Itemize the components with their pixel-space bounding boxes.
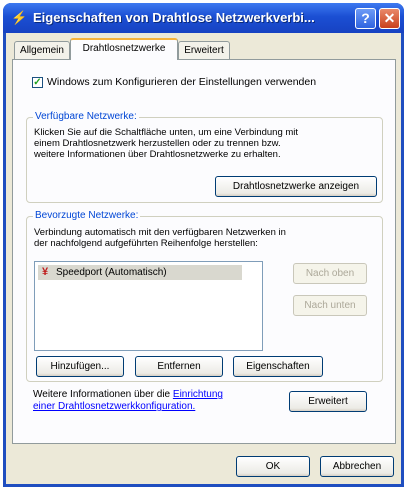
remove-button[interactable]: Entfernen xyxy=(135,356,223,377)
ok-button[interactable]: OK xyxy=(236,456,310,477)
tab-allgemein[interactable]: Allgemein xyxy=(14,41,70,59)
available-desc-line-1: Klicken Sie auf die Schaltfläche unten, … xyxy=(34,127,299,138)
properties-window: ⚡ Eigenschaften von Drahtlose Netzwerkve… xyxy=(3,3,404,487)
preferred-networks-description: Verbindung automatisch mit den verfügbar… xyxy=(34,227,379,249)
preferred-desc-line-2: der nachfolgend aufgeführten Reihenfolge… xyxy=(34,238,258,249)
move-down-button[interactable]: Nach unten xyxy=(293,295,367,316)
move-up-button[interactable]: Nach oben xyxy=(293,263,367,284)
help-button[interactable]: ? xyxy=(355,8,376,29)
antenna-icon: ¥ xyxy=(42,266,49,278)
tab-panel: ✓ Windows zum Konfigurieren der Einstell… xyxy=(12,59,396,444)
preferred-networks-title: Bevorzugte Netzwerke: xyxy=(33,210,141,221)
list-item[interactable]: ¥ Speedport (Automatisch) xyxy=(38,265,242,280)
setup-link[interactable]: Einrichtung xyxy=(173,389,223,400)
network-name: Speedport (Automatisch) xyxy=(56,267,167,278)
advanced-button[interactable]: Erweitert xyxy=(289,391,367,412)
tab-erweitert[interactable]: Erweitert xyxy=(178,41,230,59)
config-checkbox[interactable]: ✓ xyxy=(32,77,43,88)
info-prefix: Weitere Informationen über die xyxy=(33,389,171,400)
preferred-desc-line-1: Verbindung automatisch mit den verfügbar… xyxy=(34,227,286,238)
available-desc-line-2: einem Drahtlosnetzwerk herzustellen oder… xyxy=(34,138,281,149)
tab-drahtlosnetzwerke[interactable]: Drahtlosnetzwerke xyxy=(70,38,178,60)
configuration-link[interactable]: einer Drahtlosnetzwerkkonfiguration. xyxy=(33,401,195,412)
properties-button[interactable]: Eigenschaften xyxy=(233,356,323,377)
close-button[interactable]: ✕ xyxy=(379,8,400,29)
dialog-client-area: Allgemein Drahtlosnetzwerke Erweitert ✓ … xyxy=(6,33,401,484)
window-title: Eigenschaften von Drahtlose Netzwerkverb… xyxy=(33,10,315,25)
show-wireless-networks-button[interactable]: Drahtlosnetzwerke anzeigen xyxy=(215,176,377,197)
available-networks-group: Verfügbare Netzwerke: Klicken Sie auf di… xyxy=(26,111,383,203)
preferred-networks-group: Bevorzugte Netzwerke: Verbindung automat… xyxy=(26,210,383,382)
network-icon: ⚡ xyxy=(11,10,28,25)
cancel-button[interactable]: Abbrechen xyxy=(320,456,394,477)
preferred-networks-list[interactable]: ¥ Speedport (Automatisch) xyxy=(34,261,263,351)
available-networks-title: Verfügbare Netzwerke: xyxy=(33,111,139,122)
add-button[interactable]: Hinzufügen... xyxy=(36,356,124,377)
available-desc-line-3: weitere Informationen über Drahtlosnetzw… xyxy=(34,149,281,160)
config-checkbox-label: Windows zum Konfigurieren der Einstellun… xyxy=(47,76,317,88)
title-bar[interactable]: ⚡ Eigenschaften von Drahtlose Netzwerkve… xyxy=(3,3,404,33)
available-networks-description: Klicken Sie auf die Schaltfläche unten, … xyxy=(34,127,379,160)
info-text: Weitere Informationen über die Einrichtu… xyxy=(33,389,273,413)
